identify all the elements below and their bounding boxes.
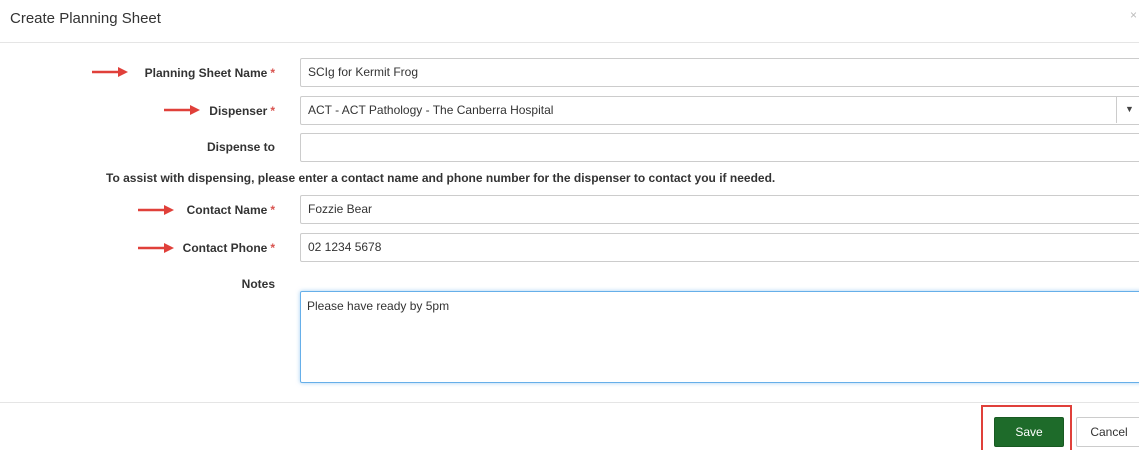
select-divider [1116, 96, 1117, 123]
contact-name-label: Contact Name * [186, 203, 275, 217]
save-button[interactable]: Save [994, 417, 1064, 447]
required-asterisk: * [270, 241, 275, 255]
annotation-arrow-icon [164, 105, 200, 115]
dispenser-select[interactable]: ACT - ACT Pathology - The Canberra Hospi… [300, 96, 1139, 125]
annotation-arrow-icon [138, 205, 174, 215]
required-asterisk: * [270, 203, 275, 217]
cancel-button[interactable]: Cancel [1076, 417, 1139, 447]
annotation-arrow-icon [138, 243, 174, 253]
dialog-footer [0, 402, 1139, 450]
required-asterisk: * [270, 66, 275, 80]
contact-phone-label: Contact Phone * [182, 241, 275, 255]
annotation-arrow-icon [92, 67, 128, 77]
contact-name-input[interactable]: Fozzie Bear [300, 195, 1139, 224]
planning-sheet-name-input[interactable]: SCIg for Kermit Frog [300, 58, 1139, 87]
notes-textarea[interactable]: Please have ready by 5pm [300, 291, 1139, 383]
planning-sheet-name-label: Planning Sheet Name * [144, 66, 275, 80]
required-asterisk: * [270, 104, 275, 118]
dialog-title: Create Planning Sheet [10, 10, 161, 27]
create-planning-sheet-dialog: Create Planning Sheet × Planning Sheet N… [0, 0, 1139, 450]
dispense-to-input[interactable] [300, 133, 1139, 162]
contact-instruction-text: To assist with dispensing, please enter … [106, 171, 776, 185]
dialog-header: Create Planning Sheet × [0, 0, 1139, 43]
dispense-to-label: Dispense to [206, 140, 275, 154]
close-icon[interactable]: × [1130, 8, 1137, 22]
caret-down-icon[interactable]: ▼ [1125, 104, 1134, 114]
contact-phone-input[interactable]: 02 1234 5678 [300, 233, 1139, 262]
dispenser-label: Dispenser * [209, 104, 275, 118]
notes-label: Notes [241, 277, 275, 291]
